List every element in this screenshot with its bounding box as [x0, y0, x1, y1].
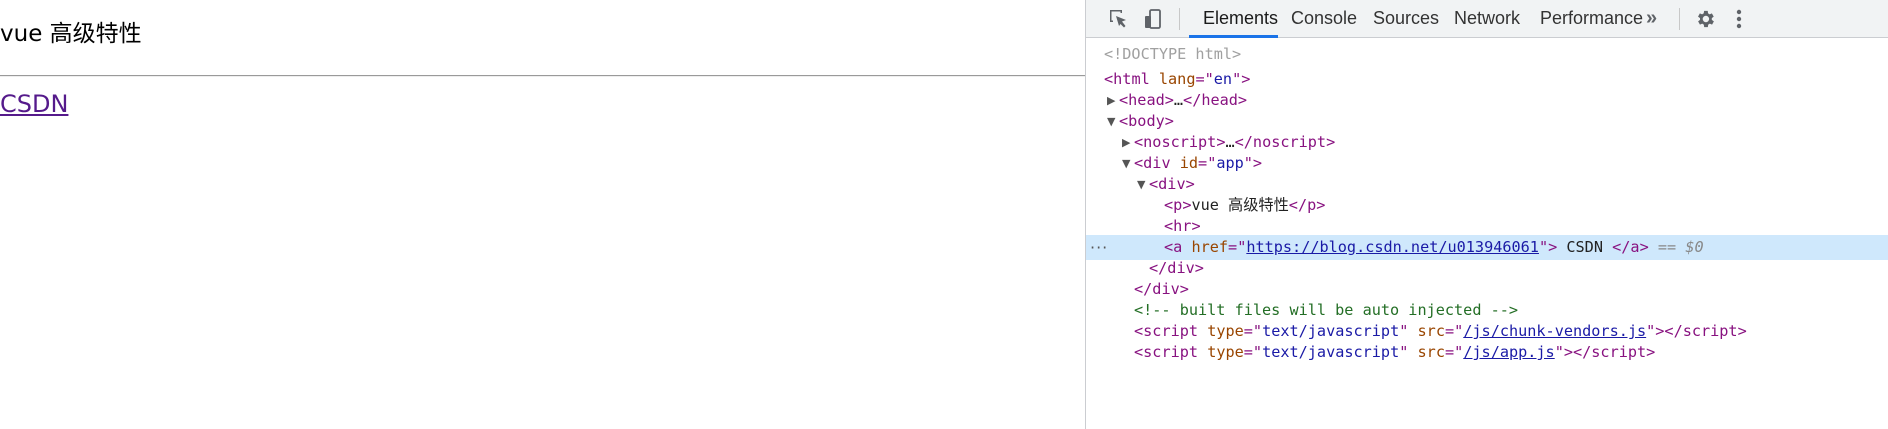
- collapsed-ellipsis: …: [1225, 133, 1235, 151]
- device-toolbar-icon[interactable]: [1141, 6, 1167, 32]
- tag-name: hr: [1173, 217, 1192, 235]
- attr-value: text/javascript: [1262, 322, 1400, 340]
- src-link[interactable]: /js/chunk-vendors.js: [1463, 322, 1646, 340]
- src-link[interactable]: /js/app.js: [1463, 343, 1554, 361]
- doctype-text: <!DOCTYPE html>: [1104, 45, 1242, 63]
- attr-name: src: [1417, 322, 1445, 340]
- attr-name: type: [1207, 343, 1244, 361]
- attr-name: id: [1179, 154, 1199, 172]
- tag-name: noscript: [1252, 133, 1327, 151]
- tag-name: p: [1307, 196, 1317, 214]
- tag-name: div: [1143, 154, 1171, 172]
- dom-node-doctype[interactable]: <!DOCTYPE html>: [1086, 42, 1888, 67]
- tag-name: a: [1630, 238, 1640, 256]
- tag-name: script: [1143, 343, 1199, 361]
- tag-name: div: [1167, 259, 1195, 277]
- attr-value: en: [1213, 70, 1233, 88]
- tab-console[interactable]: Console: [1291, 0, 1357, 37]
- attr-name: lang: [1158, 70, 1196, 88]
- csdn-link[interactable]: CSDN: [0, 90, 68, 119]
- devtools-panel: Elements Console Sources Network Perform…: [1085, 0, 1888, 429]
- tab-network[interactable]: Network: [1454, 0, 1520, 37]
- devtools-toolbar: Elements Console Sources Network Perform…: [1086, 0, 1888, 38]
- attr-name: src: [1417, 343, 1445, 361]
- tag-name: div: [1152, 280, 1180, 298]
- tag-name: body: [1128, 112, 1165, 130]
- toolbar-separator: [1679, 8, 1680, 30]
- tag-name: a: [1173, 238, 1183, 256]
- href-link[interactable]: https://blog.csdn.net/u013946061: [1246, 238, 1539, 256]
- horizontal-rule: [0, 75, 1085, 77]
- tab-elements[interactable]: Elements: [1203, 0, 1278, 37]
- tag-name: script: [1682, 322, 1738, 340]
- tag-name: head: [1201, 91, 1238, 109]
- text-node: vue 高级特性: [1191, 196, 1289, 214]
- tag-name: script: [1591, 343, 1647, 361]
- dom-tree: <!DOCTYPE html> <html lang="en"> ▶ <head…: [1086, 38, 1888, 429]
- tag-name: div: [1158, 175, 1186, 193]
- dom-node-script-app[interactable]: <script type="text/javascript" src="/js/…: [1086, 340, 1888, 365]
- inspect-element-icon[interactable]: [1106, 6, 1132, 32]
- tag-name: head: [1128, 91, 1165, 109]
- tag-name: script: [1143, 322, 1199, 340]
- tab-performance[interactable]: Performance: [1540, 0, 1643, 37]
- settings-gear-icon[interactable]: [1692, 6, 1718, 32]
- more-tabs-icon[interactable]: »: [1646, 0, 1657, 37]
- tag-name: p: [1173, 196, 1183, 214]
- page-heading: vue 高级特性: [0, 21, 142, 47]
- attr-name: href: [1191, 238, 1229, 256]
- attr-value: text/javascript: [1262, 343, 1400, 361]
- tag-name: html: [1113, 70, 1150, 88]
- tab-sources[interactable]: Sources: [1373, 0, 1439, 37]
- selected-node-marker: == $0: [1657, 238, 1704, 256]
- text-node: CSDN: [1557, 238, 1613, 256]
- tag-name: noscript: [1143, 133, 1217, 151]
- collapsed-ellipsis: …: [1173, 91, 1184, 109]
- page-viewport: vue 高级特性 CSDN: [0, 0, 1085, 429]
- attr-name: type: [1207, 322, 1244, 340]
- attr-value: app: [1216, 154, 1244, 172]
- toolbar-separator: [1179, 8, 1180, 30]
- more-options-kebab-icon[interactable]: [1726, 6, 1752, 32]
